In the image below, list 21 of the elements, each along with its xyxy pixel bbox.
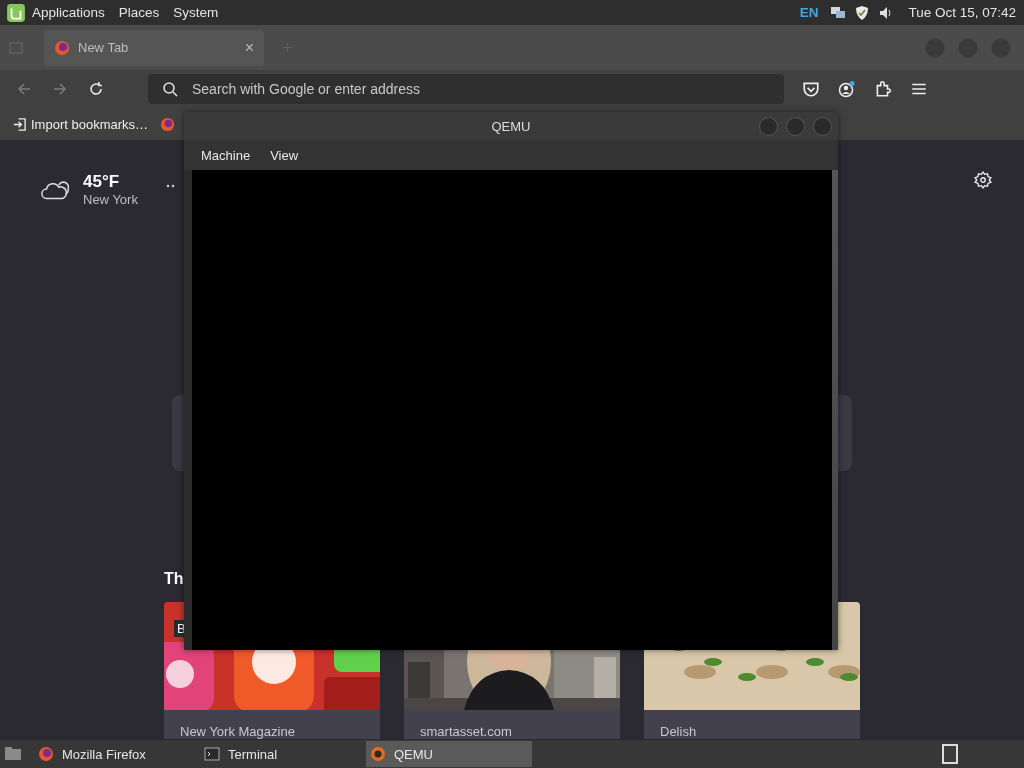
panel-menu[interactable]: Places (118, 5, 160, 20)
card-source: New York Magazine (179, 723, 296, 739)
card-source: smartasset.com (419, 723, 513, 739)
temperature: 45°F (83, 172, 121, 193)
clock[interactable]: Tue Oct 15, 07:42 (908, 5, 1016, 20)
taskbar-button[interactable]: Terminal (200, 741, 366, 767)
taskbar-button[interactable]: QEMU (366, 741, 532, 767)
window-title: QEMU (491, 118, 531, 134)
tab-close-button[interactable]: × (244, 38, 254, 57)
panel-menu[interactable]: System (173, 5, 219, 20)
address-bar[interactable]: Search with Google or enter address (148, 74, 784, 104)
menu-item[interactable]: View (270, 147, 299, 163)
panel-menu[interactable]: Applications (32, 5, 105, 20)
taskbar-button[interactable]: Mozilla Firefox (34, 741, 200, 767)
card-source: Delish (659, 723, 698, 739)
bookmark-item[interactable]: Import bookmarks… (12, 116, 149, 132)
menu-item[interactable]: Machine (201, 147, 251, 163)
location: New York (83, 192, 138, 208)
browser-tab[interactable]: New Tab × (44, 29, 264, 66)
keyboard-layout-indicator[interactable]: EN (799, 5, 819, 20)
section-heading: Th (164, 571, 185, 587)
